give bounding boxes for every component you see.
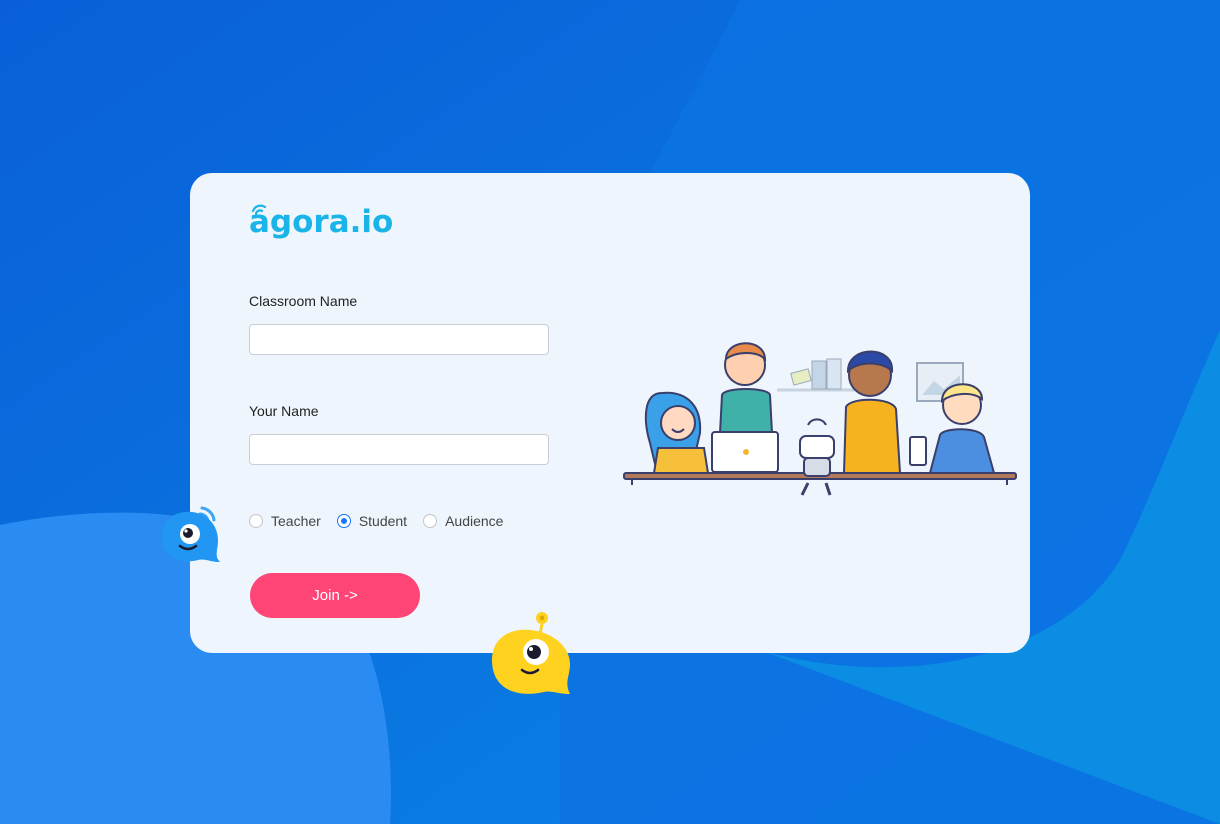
role-radio-group: Teacher Student Audience — [249, 513, 503, 529]
logo-text: agora.io — [249, 204, 393, 240]
join-button[interactable]: Join -> — [250, 573, 420, 618]
blue-mascot-icon — [162, 506, 220, 562]
radio-circle-icon[interactable] — [423, 514, 438, 528]
login-card: agora.io Classroom Name Your Name Teache… — [190, 173, 1030, 653]
yellow-mascot-icon — [492, 612, 570, 694]
role-teacher-radio[interactable]: Teacher — [249, 513, 321, 529]
role-student-radio[interactable]: Student — [336, 513, 408, 529]
role-audience-radio[interactable]: Audience — [423, 513, 503, 529]
role-audience-label: Audience — [445, 513, 504, 529]
classroom-illustration — [623, 342, 1017, 496]
agora-logo-graphic: agora.io — [249, 204, 393, 240]
classroom-name-label: Classroom Name — [249, 293, 358, 309]
agora-logo: agora.io — [249, 201, 404, 243]
your-name-input[interactable] — [249, 434, 549, 465]
radio-circle-icon[interactable] — [336, 514, 351, 528]
your-name-label: Your Name — [249, 403, 319, 419]
radio-circle-icon[interactable] — [249, 514, 263, 528]
classroom-name-input[interactable] — [249, 324, 549, 355]
role-student-label: Student — [358, 513, 408, 529]
role-teacher-label: Teacher — [271, 513, 321, 529]
